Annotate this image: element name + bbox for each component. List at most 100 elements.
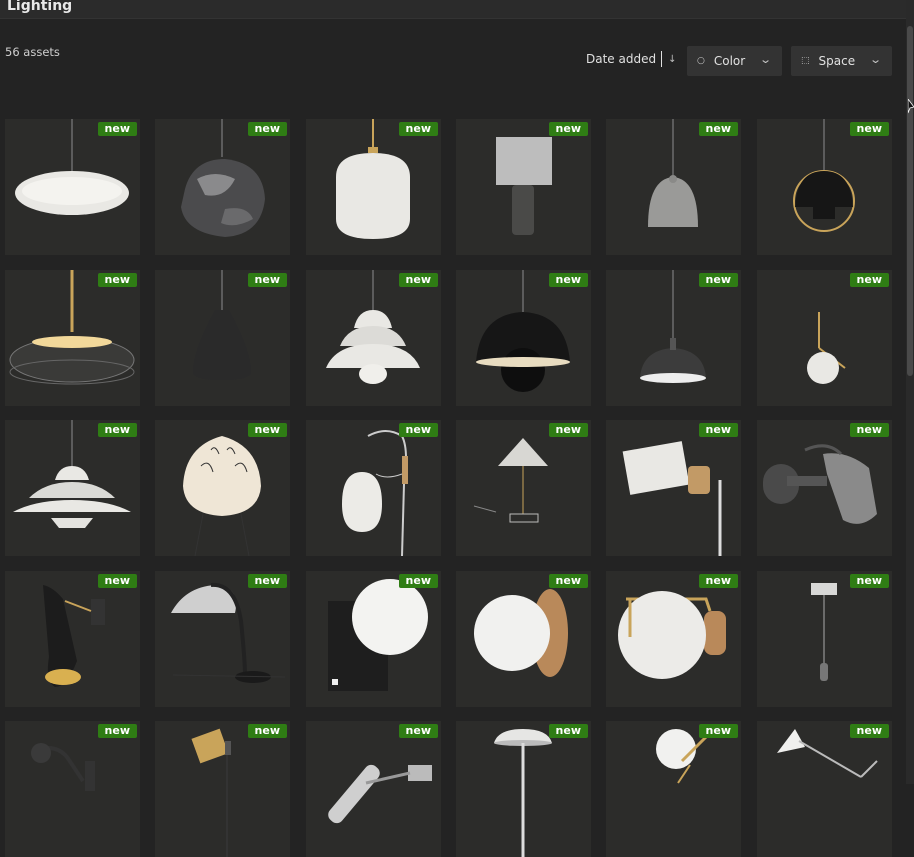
wall-beat-black-thumbnail xyxy=(43,585,105,687)
asset-card[interactable]: new xyxy=(155,119,290,255)
wall-globe-box-thumbnail xyxy=(328,579,428,691)
asset-card[interactable]: new xyxy=(757,270,892,406)
asset-card[interactable]: new xyxy=(456,420,591,556)
expand-icon: ⬚ xyxy=(801,56,810,66)
new-badge: new xyxy=(849,423,889,437)
asset-count: 56 assets xyxy=(5,45,60,59)
new-badge: new xyxy=(849,273,889,287)
wall-cocoon-lamp-thumbnail xyxy=(342,430,408,556)
wall-spot-grey-thumbnail xyxy=(763,444,877,524)
new-badge: new xyxy=(849,122,889,136)
floor-paper-lamp-thumbnail xyxy=(183,436,261,556)
wall-sphere-arm-thumbnail xyxy=(656,729,712,784)
asset-card[interactable]: new xyxy=(306,420,441,556)
new-badge: new xyxy=(548,122,588,136)
wall-spot-white-thumbnail xyxy=(622,441,722,556)
asset-card[interactable]: new xyxy=(306,270,441,406)
arrow-down-icon[interactable]: ↓ xyxy=(668,54,676,65)
new-badge: new xyxy=(398,273,438,287)
new-badge: new xyxy=(247,423,287,437)
new-badge: new xyxy=(97,122,137,136)
sort-control[interactable]: Date added ↓ xyxy=(586,51,676,67)
space-filter-label: Space xyxy=(818,54,856,68)
new-badge: new xyxy=(398,724,438,738)
pendant-beat-black-thumbnail xyxy=(193,270,251,380)
asset-card[interactable]: new xyxy=(757,571,892,707)
new-badge: new xyxy=(698,574,738,588)
new-badge: new xyxy=(548,724,588,738)
pendant-cylinder-mini-thumbnail xyxy=(811,583,837,681)
table-lamp-marble-thumbnail xyxy=(496,137,552,235)
asset-card[interactable]: new xyxy=(5,721,140,857)
new-badge: new xyxy=(97,724,137,738)
page-title: Lighting xyxy=(7,0,73,14)
asset-card[interactable]: new xyxy=(757,721,892,857)
new-badge: new xyxy=(398,122,438,136)
floor-arc-dome-thumbnail xyxy=(171,582,286,683)
new-badge: new xyxy=(97,273,137,287)
asset-card[interactable]: new xyxy=(606,420,741,556)
asset-card[interactable]: new xyxy=(155,721,290,857)
pendant-ph5-white-thumbnail xyxy=(13,420,131,528)
scrollbar-thumb[interactable] xyxy=(907,26,913,376)
asset-card[interactable]: new xyxy=(456,721,591,857)
asset-card[interactable]: new xyxy=(306,119,441,255)
asset-card[interactable]: new xyxy=(5,420,140,556)
color-filter-label: Color xyxy=(713,54,746,68)
pendant-dome-dark-thumbnail xyxy=(640,270,706,383)
asset-card[interactable]: new xyxy=(5,571,140,707)
new-badge: new xyxy=(698,122,738,136)
wall-globe-wood-thumbnail xyxy=(474,589,568,677)
wall-arm-lamp-thumbnail xyxy=(31,743,95,791)
chevron-down-icon: ⌄ xyxy=(868,53,882,66)
mouse-cursor-icon xyxy=(908,99,914,114)
new-badge: new xyxy=(247,273,287,287)
asset-card[interactable]: new xyxy=(606,119,741,255)
asset-card[interactable]: new xyxy=(155,270,290,406)
new-badge: new xyxy=(247,724,287,738)
section-header-bar: Lighting xyxy=(0,0,906,19)
new-badge: new xyxy=(698,273,738,287)
asset-card[interactable]: new xyxy=(757,119,892,255)
space-filter-dropdown[interactable]: ⬚ Space ⌄ xyxy=(791,46,892,76)
asset-card[interactable]: new xyxy=(606,571,741,707)
asset-card[interactable]: new xyxy=(757,420,892,556)
asset-card[interactable]: new xyxy=(456,571,591,707)
new-badge: new xyxy=(247,574,287,588)
pendant-flowerpot-black-thumbnail xyxy=(476,270,570,392)
color-filter-dropdown[interactable]: ○ Color ⌄ xyxy=(687,46,782,76)
new-badge: new xyxy=(849,574,889,588)
chevron-down-icon: ⌄ xyxy=(758,53,772,66)
pendant-saucer-thumbnail xyxy=(15,119,129,215)
asset-card[interactable]: new xyxy=(5,270,140,406)
asset-card[interactable]: new xyxy=(5,119,140,255)
pendant-bell-grey-thumbnail xyxy=(648,119,698,227)
new-badge: new xyxy=(548,574,588,588)
new-badge: new xyxy=(548,423,588,437)
new-badge: new xyxy=(849,724,889,738)
table-arm-white-thumbnail xyxy=(777,729,878,778)
wall-tube-spot-thumbnail xyxy=(328,764,432,824)
sort-divider xyxy=(661,51,663,67)
asset-card[interactable]: new xyxy=(306,721,441,857)
new-badge: new xyxy=(97,574,137,588)
new-badge: new xyxy=(398,574,438,588)
asset-card[interactable]: new xyxy=(306,571,441,707)
floor-dome-white-thumbnail xyxy=(494,729,552,857)
asset-card[interactable]: new xyxy=(155,420,290,556)
new-badge: new xyxy=(698,423,738,437)
asset-card[interactable]: new xyxy=(606,270,741,406)
asset-card[interactable]: new xyxy=(456,270,591,406)
asset-card[interactable]: new xyxy=(155,571,290,707)
table-pleated-lamp-thumbnail xyxy=(473,438,548,523)
new-badge: new xyxy=(97,423,137,437)
pendant-opal-glass-thumbnail xyxy=(336,119,410,239)
asset-card[interactable]: new xyxy=(456,119,591,255)
new-badge: new xyxy=(698,724,738,738)
asset-card[interactable]: new xyxy=(606,721,741,857)
new-badge: new xyxy=(548,273,588,287)
wall-sphere-brass-thumbnail xyxy=(807,312,846,384)
drop-icon: ○ xyxy=(697,56,705,66)
wall-globe-brass-thumbnail xyxy=(618,591,726,679)
sort-label: Date added xyxy=(586,52,657,66)
